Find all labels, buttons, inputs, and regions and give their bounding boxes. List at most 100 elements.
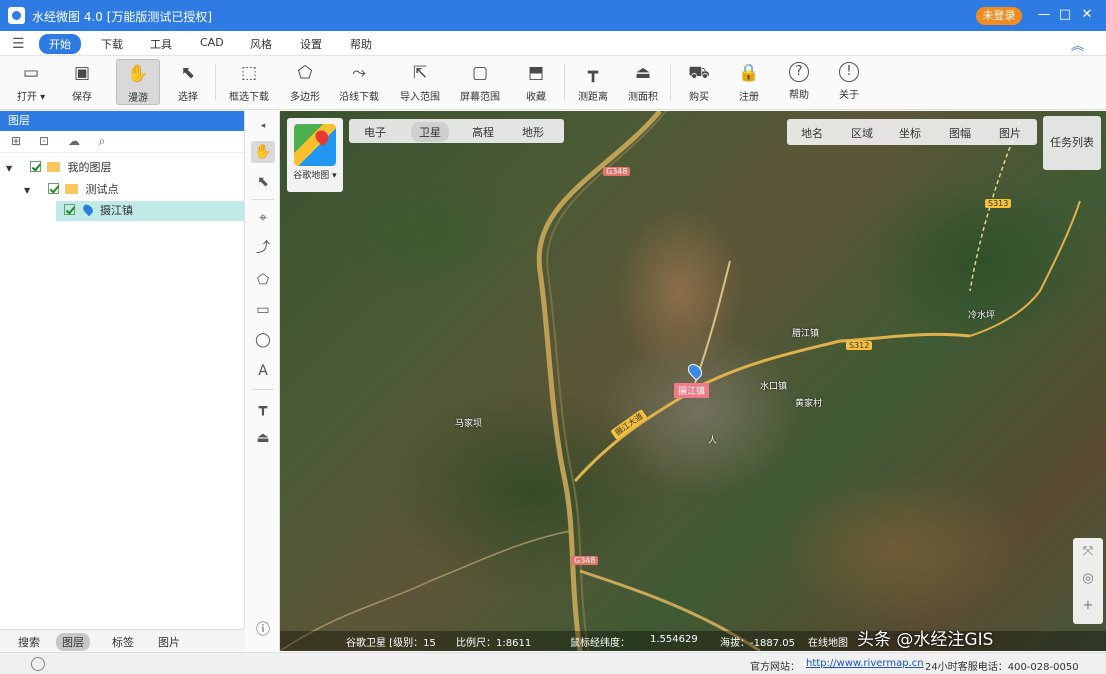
road-tag: G348	[603, 167, 631, 176]
tab-search[interactable]: 搜索	[12, 633, 46, 651]
measure-area-button[interactable]: ⏏ 测面积	[621, 59, 665, 105]
area-icon[interactable]: ⏏	[251, 427, 275, 449]
hamburger-menu-icon[interactable]: ☰	[12, 36, 25, 52]
help-icon[interactable]: ⓘ	[251, 619, 275, 641]
elevation-readout: 海拔：-1887.05	[720, 638, 795, 649]
title-bar: 水经微图 4.0 [万能版测试已授权] 未登录 — □ ✕	[0, 0, 1106, 31]
map-type-electronic[interactable]: 电子	[359, 124, 391, 140]
expand-arrow-icon[interactable]: ▼	[6, 159, 16, 179]
area-icon: ⏏	[634, 63, 652, 83]
toolbar-toggle-icon[interactable]: ◂	[251, 115, 275, 137]
folder-icon	[65, 184, 78, 194]
polygon-icon[interactable]: ⬠	[251, 269, 275, 291]
menu-download[interactable]: 下载	[101, 36, 123, 52]
minimize-icon[interactable]: —	[1035, 6, 1053, 24]
menu-settings[interactable]: 设置	[300, 36, 322, 52]
import-range-button[interactable]: ⇱ 导入范围	[398, 59, 442, 105]
fullscreen-icon[interactable]: ⤧	[1073, 544, 1103, 559]
text-icon[interactable]: A	[251, 360, 275, 382]
expand-arrow-icon[interactable]: ▼	[24, 181, 34, 201]
tree-node-selected-placemark[interactable]: 摄江镇	[56, 201, 244, 221]
menu-cad[interactable]: CAD	[200, 36, 224, 49]
line-download-button[interactable]: ⤳ 沿线下载	[337, 59, 381, 105]
import-layer-icon[interactable]: ⊡	[36, 134, 52, 148]
placemark-label[interactable]: 摄江镇	[674, 383, 710, 398]
measure-distance-button[interactable]: ┳ 测距离	[571, 59, 615, 105]
map-scale: 比例尺：1:8611	[456, 638, 532, 649]
open-button[interactable]: ▭ 打开 ▾	[9, 59, 53, 105]
map-view[interactable]: 谷歌地图 ▾ 电子 卫星 高程 地形 地名 区域 坐标 图幅 图片 任务列表 冷…	[280, 111, 1106, 651]
layer-checkbox[interactable]	[29, 161, 41, 172]
google-maps-icon	[294, 124, 336, 166]
polygon-download-button[interactable]: ⬠ 多边形	[283, 59, 327, 105]
import-range-icon: ⇱	[412, 63, 428, 83]
map-label: 冷水坪	[968, 311, 996, 321]
search-placename-button[interactable]: 地名	[801, 125, 823, 141]
menu-help[interactable]: 帮助	[350, 36, 372, 52]
status-bar: 官方网站： http://www.rivermap.cn 24小时客服电话：40…	[0, 652, 1106, 674]
ruler-icon[interactable]: ┳	[251, 397, 275, 419]
circle-icon[interactable]: ◯	[251, 329, 275, 351]
select-button[interactable]: ⬉ 选择	[166, 59, 210, 105]
close-icon[interactable]: ✕	[1078, 6, 1096, 24]
search-region-button[interactable]: 区域	[851, 125, 873, 141]
screen-range-button[interactable]: ▢ 屏幕范围	[458, 59, 502, 105]
road-tag: G348	[571, 556, 599, 565]
zoom-in-icon[interactable]: +	[1073, 598, 1103, 613]
help-button[interactable]: ? 帮助	[777, 59, 821, 105]
menu-tools[interactable]: 工具	[150, 36, 172, 52]
tab-layers[interactable]: 图层	[56, 633, 90, 651]
search-coordinate-button[interactable]: 坐标	[899, 125, 921, 141]
locate-icon[interactable]: ◎	[1073, 571, 1103, 586]
tab-images[interactable]: 图片	[152, 633, 186, 651]
map-type-elevation[interactable]: 高程	[467, 124, 499, 140]
about-button[interactable]: ! 关于	[827, 59, 871, 105]
cloud-icon[interactable]: ☁	[66, 134, 82, 148]
map-type-satellite[interactable]: 卫星	[411, 122, 449, 142]
window-title: 水经微图 4.0 [万能版测试已授权]	[32, 10, 213, 24]
select-arrow-icon: ⬉	[180, 63, 196, 83]
favorite-icon: ⬒	[527, 63, 545, 83]
add-layer-icon[interactable]: ⊞	[8, 134, 24, 148]
layer-checkbox[interactable]	[47, 183, 59, 194]
polyline-icon[interactable]: ⤴	[251, 237, 275, 259]
maximize-icon[interactable]: □	[1056, 6, 1074, 24]
rect-download-button[interactable]: ⬚ 框选下载	[227, 59, 271, 105]
hotline: 24小时客服电话：400-028-0050	[925, 662, 1079, 673]
pan-button[interactable]: ✋ 漫游	[116, 59, 160, 105]
hand-icon[interactable]: ✋	[251, 141, 275, 163]
tab-labels[interactable]: 标签	[106, 633, 140, 651]
favorite-button[interactable]: ⬒ 收藏	[514, 59, 558, 105]
marker-icon[interactable]: ⌖	[251, 207, 275, 229]
folder-icon	[47, 162, 60, 172]
layer-checkbox[interactable]	[64, 204, 75, 215]
buy-button[interactable]: ⛟ 购买	[677, 59, 721, 105]
collapse-ribbon-icon[interactable]: ︽	[1071, 35, 1084, 54]
tree-node-my-layers[interactable]: ▼ 我的图层	[6, 158, 244, 178]
task-list-button[interactable]: 任务列表	[1043, 116, 1101, 170]
search-icon[interactable]: ⌕	[94, 134, 110, 148]
search-sheet-button[interactable]: 图幅	[949, 125, 971, 141]
menu-style[interactable]: 风格	[250, 36, 272, 52]
map-label: 黄家村	[795, 399, 823, 409]
map-type-switcher: 电子 卫星 高程 地形	[349, 119, 564, 143]
save-button[interactable]: ▣ 保存	[60, 59, 104, 105]
select-arrow-icon[interactable]: ⬉	[251, 171, 275, 193]
map-type-terrain[interactable]: 地形	[517, 124, 549, 140]
map-search-tools: 地名 区域 坐标 图幅 图片	[787, 119, 1037, 145]
menu-bar: ☰ 开始 下载 工具 CAD 风格 设置 帮助 ︽	[0, 31, 1106, 56]
map-source-level: 谷歌卫星 [级别：15	[346, 638, 436, 649]
website-link[interactable]: http://www.rivermap.cn	[806, 658, 924, 669]
rectangle-icon[interactable]: ▭	[251, 299, 275, 321]
map-label: 马家坝	[455, 419, 483, 429]
login-button[interactable]: 未登录	[976, 7, 1022, 25]
tree-node-test-points[interactable]: ▼ 测试点	[24, 180, 244, 200]
save-icon: ▣	[73, 63, 91, 83]
status-icon[interactable]	[31, 657, 45, 671]
map-source-selector[interactable]: 谷歌地图 ▾	[287, 118, 343, 192]
search-image-button[interactable]: 图片	[999, 125, 1021, 141]
map-label: 腊江镇	[792, 329, 820, 339]
menu-start[interactable]: 开始	[39, 34, 81, 54]
register-button[interactable]: 🔒 注册	[727, 59, 771, 105]
watermark: 头条 @水经注GIS	[857, 630, 994, 650]
